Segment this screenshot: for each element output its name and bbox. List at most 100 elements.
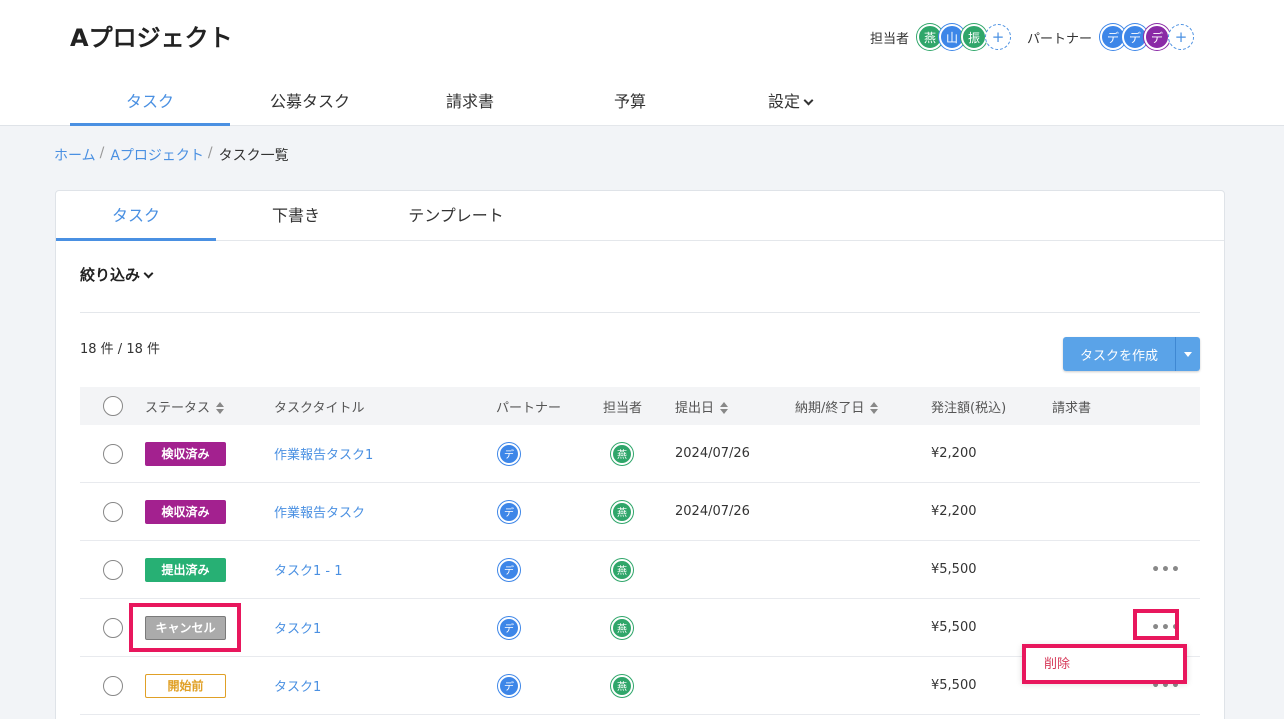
sort-icon (216, 402, 224, 414)
subtab-tasks[interactable]: タスク (56, 191, 216, 241)
tab-settings[interactable]: 設定 (710, 80, 870, 125)
top-header: Aプロジェクト 担当者 燕 山 振 + パートナー デ デ デ + タスク 公募… (0, 0, 1284, 126)
task-title-link[interactable]: 作業報告タスク1 (274, 448, 373, 463)
partner-avatar[interactable]: デ (1144, 24, 1171, 50)
breadcrumb: ホーム / Aプロジェクト / タスク一覧 (54, 145, 289, 165)
breadcrumb-separator: / (207, 145, 213, 161)
more-icon[interactable]: ••• (1151, 562, 1181, 578)
task-title-link[interactable]: タスク1 (274, 680, 321, 695)
subtab-templates[interactable]: テンプレート (376, 191, 536, 240)
breadcrumb-project[interactable]: Aプロジェクト (110, 145, 204, 165)
row-menu-cell: ••• (1132, 562, 1200, 578)
task-title-link[interactable]: 作業報告タスク (274, 506, 365, 521)
tab-public-tasks[interactable]: 公募タスク (230, 80, 390, 125)
row-checkbox[interactable] (102, 675, 123, 696)
table-row: 提出済み タスク1 - 1 デ 燕 ¥5,500 ••• (80, 541, 1200, 599)
header-label: ステータス (145, 400, 211, 416)
partner-cell: デ (496, 442, 603, 465)
title-cell: タスク1 - 1 (274, 560, 496, 579)
status-badge: 検収済み (145, 441, 226, 466)
assignee-avatar: 燕 (611, 616, 633, 639)
row-select-cell (80, 559, 145, 580)
filter-label: 絞り込み (80, 266, 141, 284)
table-row: 検収済み 作業報告タスク1 デ 燕 2024/07/26 ¥2,200 (80, 425, 1200, 483)
assignee-cell: 燕 (603, 442, 675, 465)
select-all-cell (80, 396, 145, 416)
row-checkbox[interactable] (102, 501, 123, 522)
title-cell: 作業報告タスク (274, 502, 496, 521)
header-label: 提出日 (675, 400, 715, 416)
row-checkbox[interactable] (102, 443, 123, 464)
sub-tabs: タスク 下書き テンプレート (56, 191, 1224, 241)
assignee-avatar: 燕 (611, 558, 633, 581)
row-select-cell (80, 443, 145, 464)
create-task-dropdown-toggle[interactable] (1175, 337, 1200, 371)
tab-label: タスク (125, 92, 174, 111)
subtab-drafts[interactable]: 下書き (216, 191, 376, 240)
assignee-cell: 燕 (603, 558, 675, 581)
member-bar: 担当者 燕 山 振 + パートナー デ デ デ + (870, 22, 1195, 52)
order-amount: ¥2,200 (931, 446, 977, 461)
header-submitted[interactable]: 提出日 (675, 397, 795, 416)
tab-label: 請求書 (445, 92, 494, 111)
partner-avatar: デ (498, 616, 520, 639)
select-all-checkbox[interactable] (102, 396, 123, 416)
sort-icon (720, 402, 728, 414)
task-title-link[interactable]: タスク1 - 1 (274, 564, 343, 579)
order-amount: ¥5,500 (931, 562, 977, 577)
header-amount: 発注額(税込) (931, 400, 1007, 416)
partner-cell: デ (496, 500, 603, 523)
tab-label: 設定 (767, 92, 800, 111)
main-nav: タスク 公募タスク 請求書 予算 設定 (70, 80, 1210, 126)
divider (80, 312, 1200, 313)
breadcrumb-separator: / (99, 145, 105, 161)
highlight-more-menu (1133, 609, 1179, 640)
header-status[interactable]: ステータス (145, 397, 274, 416)
partner-label: パートナー (1027, 31, 1093, 47)
submitted-date: 2024/07/26 (675, 504, 750, 519)
row-checkbox[interactable] (102, 617, 123, 638)
filter-toggle[interactable]: 絞り込み (80, 264, 154, 285)
row-checkbox[interactable] (102, 559, 123, 580)
assignee-avatar: 燕 (611, 500, 633, 523)
row-select-cell (80, 501, 145, 522)
tab-invoices[interactable]: 請求書 (390, 80, 550, 125)
tab-budget[interactable]: 予算 (550, 80, 710, 125)
breadcrumb-home[interactable]: ホーム (54, 145, 96, 165)
header-assignee: 担当者 (603, 400, 643, 416)
partner-avatar: デ (498, 558, 520, 581)
title-cell: タスク1 (274, 676, 496, 695)
header-title: タスクタイトル (274, 400, 365, 416)
sort-icon (870, 402, 878, 414)
tab-label: 予算 (613, 92, 646, 111)
create-task-button[interactable]: タスクを作成 (1063, 337, 1175, 371)
status-badge: 検収済み (145, 499, 226, 524)
create-task-button-group: タスクを作成 (1063, 337, 1200, 371)
status-cell: 検収済み (145, 499, 274, 524)
status-badge: 提出済み (145, 557, 226, 582)
tab-tasks[interactable]: タスク (70, 80, 230, 126)
assignee-avatar[interactable]: 振 (961, 24, 988, 50)
add-partner-button[interactable]: + (1168, 24, 1195, 50)
status-cell: 提出済み (145, 557, 274, 582)
partner-group: パートナー デ デ デ + (1027, 24, 1195, 50)
assignee-cell: 燕 (603, 674, 675, 697)
highlight-cancel-status (129, 603, 241, 652)
partner-cell: デ (496, 616, 603, 639)
status-badge: 開始前 (145, 673, 226, 698)
add-assignee-button[interactable]: + (985, 24, 1012, 50)
assignee-cell: 燕 (603, 500, 675, 523)
status-cell: 検収済み (145, 441, 274, 466)
title-cell: 作業報告タスク1 (274, 444, 496, 463)
assignee-avatar: 燕 (611, 442, 633, 465)
header-label: 納期/終了日 (795, 400, 865, 416)
row-select-cell (80, 675, 145, 696)
table-header: ステータス タスクタイトル パートナー 担当者 提出日 納期/終了日 発注額(税… (80, 387, 1200, 425)
submitted-date: 2024/07/26 (675, 446, 750, 461)
header-invoice: 請求書 (1052, 400, 1092, 416)
task-title-link[interactable]: タスク1 (274, 622, 321, 637)
header-due[interactable]: 納期/終了日 (795, 397, 931, 416)
status-cell: 開始前 (145, 673, 274, 698)
result-count: 18 件 / 18 件 (80, 342, 160, 357)
assignee-avatar: 燕 (611, 674, 633, 697)
